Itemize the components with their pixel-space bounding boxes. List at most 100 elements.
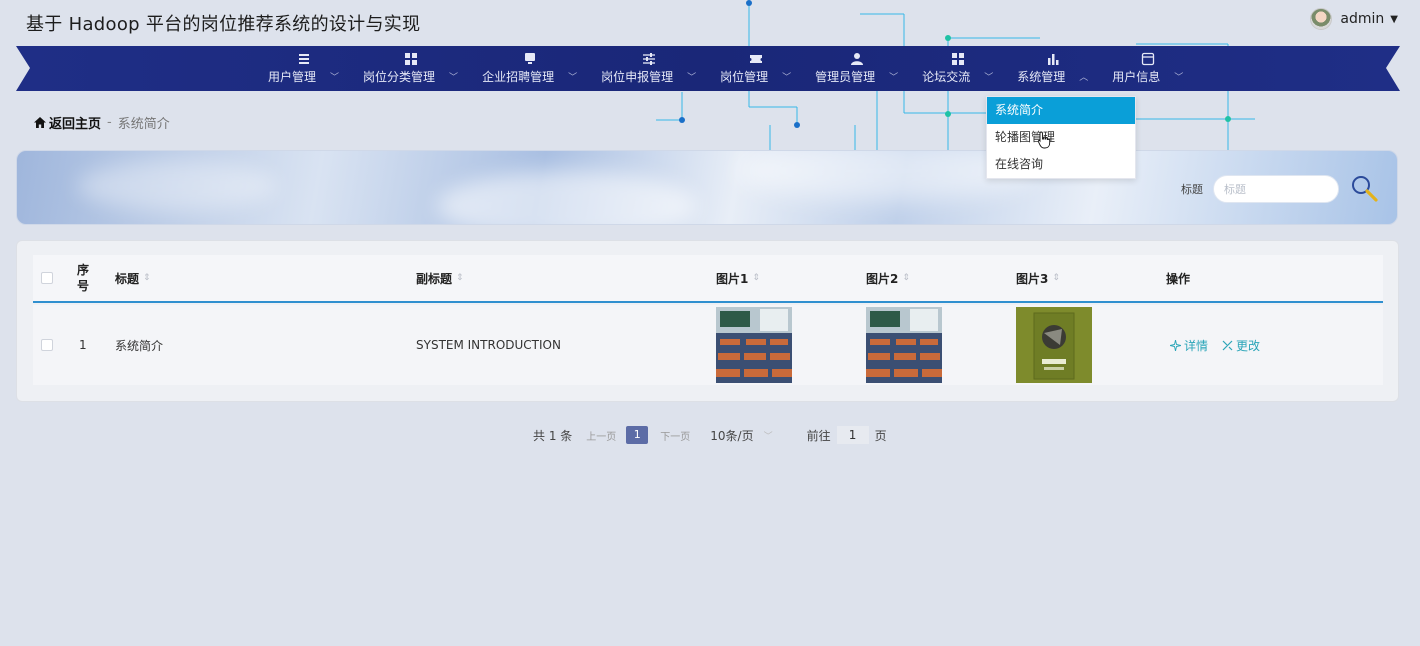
edit-label: 更改: [1236, 338, 1261, 353]
page-number-current[interactable]: 1: [626, 426, 649, 444]
goto-suffix: 页: [874, 428, 887, 443]
nav-label: 管理员管理: [815, 70, 876, 84]
classroom-image[interactable]: [716, 307, 792, 383]
nav-item-job-management[interactable]: 岗位管理 ﹀: [708, 46, 803, 91]
nav-item-job-category[interactable]: 岗位分类管理 ﹀: [351, 46, 470, 91]
cell-pic3: [1016, 305, 1092, 385]
header-pic3-label: 图片3: [1016, 271, 1049, 286]
header-pic1-label: 图片1: [716, 271, 749, 286]
dropdown-item-system-intro[interactable]: 系统简介: [987, 97, 1135, 124]
nav-label: 论坛交流: [922, 70, 971, 84]
page-size-select[interactable]: 10条/页 ﹀: [710, 427, 772, 444]
sort-icon: ⇕: [1052, 273, 1060, 283]
system-management-dropdown: 系统简介 轮播图管理 在线咨询: [986, 96, 1136, 179]
data-table: 序号 标题 ⇕ 副标题 ⇕ 图片1 ⇕ 图片2 ⇕ 图片3 ⇕ 操作 1 系统简介 SYS…: [16, 240, 1399, 402]
avatar: [1310, 8, 1333, 30]
nav-item-system-management[interactable]: 系统管理 ︿: [1005, 46, 1100, 91]
nav-item-user-management[interactable]: 用户管理 ﹀: [256, 46, 351, 91]
window-icon: [1141, 52, 1154, 66]
detail-label: 详情: [1184, 338, 1209, 353]
bar-chart-icon: [1047, 54, 1059, 65]
cell-pic1: [716, 305, 792, 385]
header-subtitle[interactable]: 副标题 ⇕: [416, 255, 464, 301]
cell-title: 系统简介: [115, 338, 164, 353]
header-index: 序号: [77, 255, 91, 301]
breadcrumb: 返回主页 - 系统简介: [34, 113, 170, 132]
chevron-down-icon: ﹀: [568, 73, 578, 83]
table-header: 序号 标题 ⇕ 副标题 ⇕ 图片1 ⇕ 图片2 ⇕ 图片3 ⇕ 操作: [33, 255, 1383, 303]
header-title-label: 标题: [115, 271, 140, 286]
search-icon[interactable]: [1349, 173, 1379, 203]
edit-link[interactable]: 更改: [1222, 337, 1260, 354]
header-pic2[interactable]: 图片2 ⇕: [866, 255, 910, 301]
chevron-down-icon: ﹀: [687, 73, 697, 83]
header-actions: 操作: [1166, 255, 1190, 301]
chevron-down-icon: ﹀: [984, 73, 994, 83]
list-icon: [298, 54, 309, 64]
page-size-value: 10条/页: [710, 428, 754, 443]
person-icon: [850, 53, 863, 65]
tools-icon: [1222, 340, 1233, 350]
top-nav: 用户管理 ﹀ 岗位分类管理 ﹀ 企业招聘管理 ﹀ 岗位申报管理 ﹀ 岗位管理 ﹀ 管理员管…: [16, 46, 1400, 91]
search-title-input[interactable]: [1213, 175, 1339, 203]
header-pic1[interactable]: 图片1 ⇕: [716, 255, 760, 301]
nav-label: 岗位管理: [720, 70, 769, 84]
header-pic3[interactable]: 图片3 ⇕: [1016, 255, 1060, 301]
nav-item-admin-management[interactable]: 管理员管理 ﹀: [803, 46, 910, 91]
book-cover-image[interactable]: [1016, 307, 1092, 383]
user-menu[interactable]: admin ▼: [1310, 8, 1398, 30]
nav-label: 岗位申报管理: [601, 70, 674, 84]
next-page-button[interactable]: 下一页: [660, 428, 690, 443]
caret-down-icon: ▼: [1390, 13, 1398, 25]
chevron-up-icon: ︿: [1079, 73, 1089, 83]
chevron-down-icon: ﹀: [330, 73, 340, 83]
cloud-decoration: [437, 171, 697, 224]
nav-label: 岗位分类管理: [363, 70, 436, 84]
pagination: 共 1 条 上一页 1 下一页 10条/页 ﹀ 前往 页: [533, 425, 887, 445]
goto-prefix: 前往: [806, 428, 831, 443]
breadcrumb-home-link[interactable]: 返回主页: [34, 113, 101, 132]
dropdown-item-online-consult[interactable]: 在线咨询: [987, 151, 1135, 178]
home-icon: [34, 117, 46, 128]
breadcrumb-current: 系统简介: [117, 117, 170, 132]
chevron-down-icon: ﹀: [1174, 73, 1184, 83]
row-checkbox-cell: [41, 305, 53, 385]
header-subtitle-label: 副标题: [416, 271, 453, 286]
prev-page-button[interactable]: 上一页: [586, 428, 616, 443]
detail-link[interactable]: 详情: [1170, 337, 1208, 354]
header-title[interactable]: 标题 ⇕: [115, 255, 151, 301]
grid-icon: [951, 53, 964, 65]
dropdown-item-carousel[interactable]: 轮播图管理: [987, 124, 1135, 151]
header-index-label: 序号: [77, 263, 90, 293]
header-actions-label: 操作: [1166, 271, 1191, 286]
search-title-label: 标题: [1181, 183, 1203, 196]
sort-icon: ⇕: [456, 273, 464, 283]
app-title: 基于 Hadoop 平台的岗位推荐系统的设计与实现: [26, 14, 421, 35]
chevron-down-icon: ﹀: [782, 73, 792, 83]
table-row: 1 系统简介 SYSTEM INTRODUCTION 详情 更改: [33, 305, 1383, 385]
sort-icon: ⇕: [902, 273, 910, 283]
sparkle-icon: [1170, 339, 1181, 351]
goto-page: 前往 页: [807, 426, 887, 444]
goto-page-input[interactable]: [836, 426, 869, 444]
nav-label: 用户管理: [268, 70, 317, 84]
ticket-icon: [749, 55, 762, 63]
cell-pic2: [866, 305, 942, 385]
chevron-down-icon: ﹀: [763, 431, 773, 442]
select-all-checkbox-cell: [41, 255, 53, 301]
nav-item-user-info[interactable]: 用户信息 ﹀: [1100, 46, 1195, 91]
monitor-icon: [524, 53, 535, 64]
nav-item-job-application[interactable]: 岗位申报管理 ﹀: [589, 46, 708, 91]
nav-label: 系统管理: [1017, 70, 1066, 84]
row-checkbox[interactable]: [41, 339, 53, 351]
nav-label: 企业招聘管理: [482, 70, 555, 84]
select-all-checkbox[interactable]: [41, 272, 53, 284]
username: admin: [1340, 11, 1385, 27]
nav-item-forum[interactable]: 论坛交流 ﹀: [910, 46, 1005, 91]
breadcrumb-separator: -: [107, 115, 112, 130]
cloud-decoration: [77, 161, 277, 211]
classroom-image[interactable]: [866, 307, 942, 383]
nav-item-recruitment[interactable]: 企业招聘管理 ﹀: [470, 46, 589, 91]
chevron-down-icon: ﹀: [889, 73, 899, 83]
cell-subtitle: SYSTEM INTRODUCTION: [416, 338, 561, 352]
